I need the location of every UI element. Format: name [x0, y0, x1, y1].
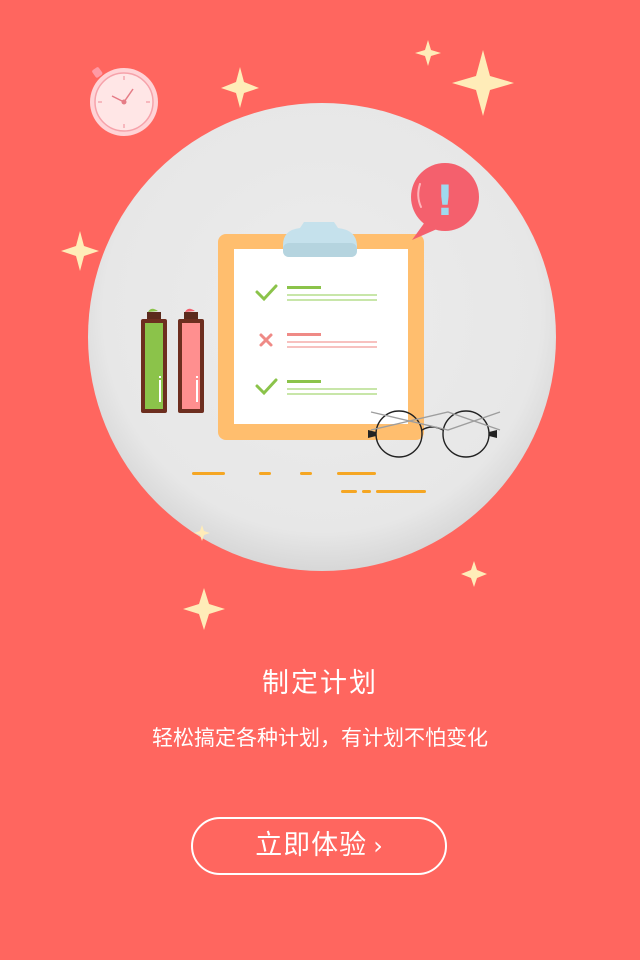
sparkle-icon — [183, 588, 225, 630]
stopwatch-icon — [90, 67, 158, 136]
battery-icon — [141, 308, 167, 413]
sparkle-icon — [61, 231, 99, 271]
sparkle-icon — [221, 67, 259, 108]
chevron-right-icon: › — [373, 832, 383, 860]
battery-icon — [178, 308, 204, 413]
try-now-button[interactable]: 立即体验 › — [191, 817, 447, 875]
onboarding-illustration: ! — [61, 40, 556, 630]
clipboard-icon — [218, 222, 424, 440]
sparkle-icon — [452, 50, 514, 116]
page-title: 制定计划 — [262, 668, 378, 699]
page-subtitle: 轻松搞定各种计划，有计划不怕变化 — [152, 726, 488, 750]
sparkle-icon — [415, 40, 441, 66]
try-now-label: 立即体验 — [255, 830, 368, 861]
bubble-exclamation: ! — [435, 176, 454, 225]
sparkle-icon — [461, 561, 487, 587]
